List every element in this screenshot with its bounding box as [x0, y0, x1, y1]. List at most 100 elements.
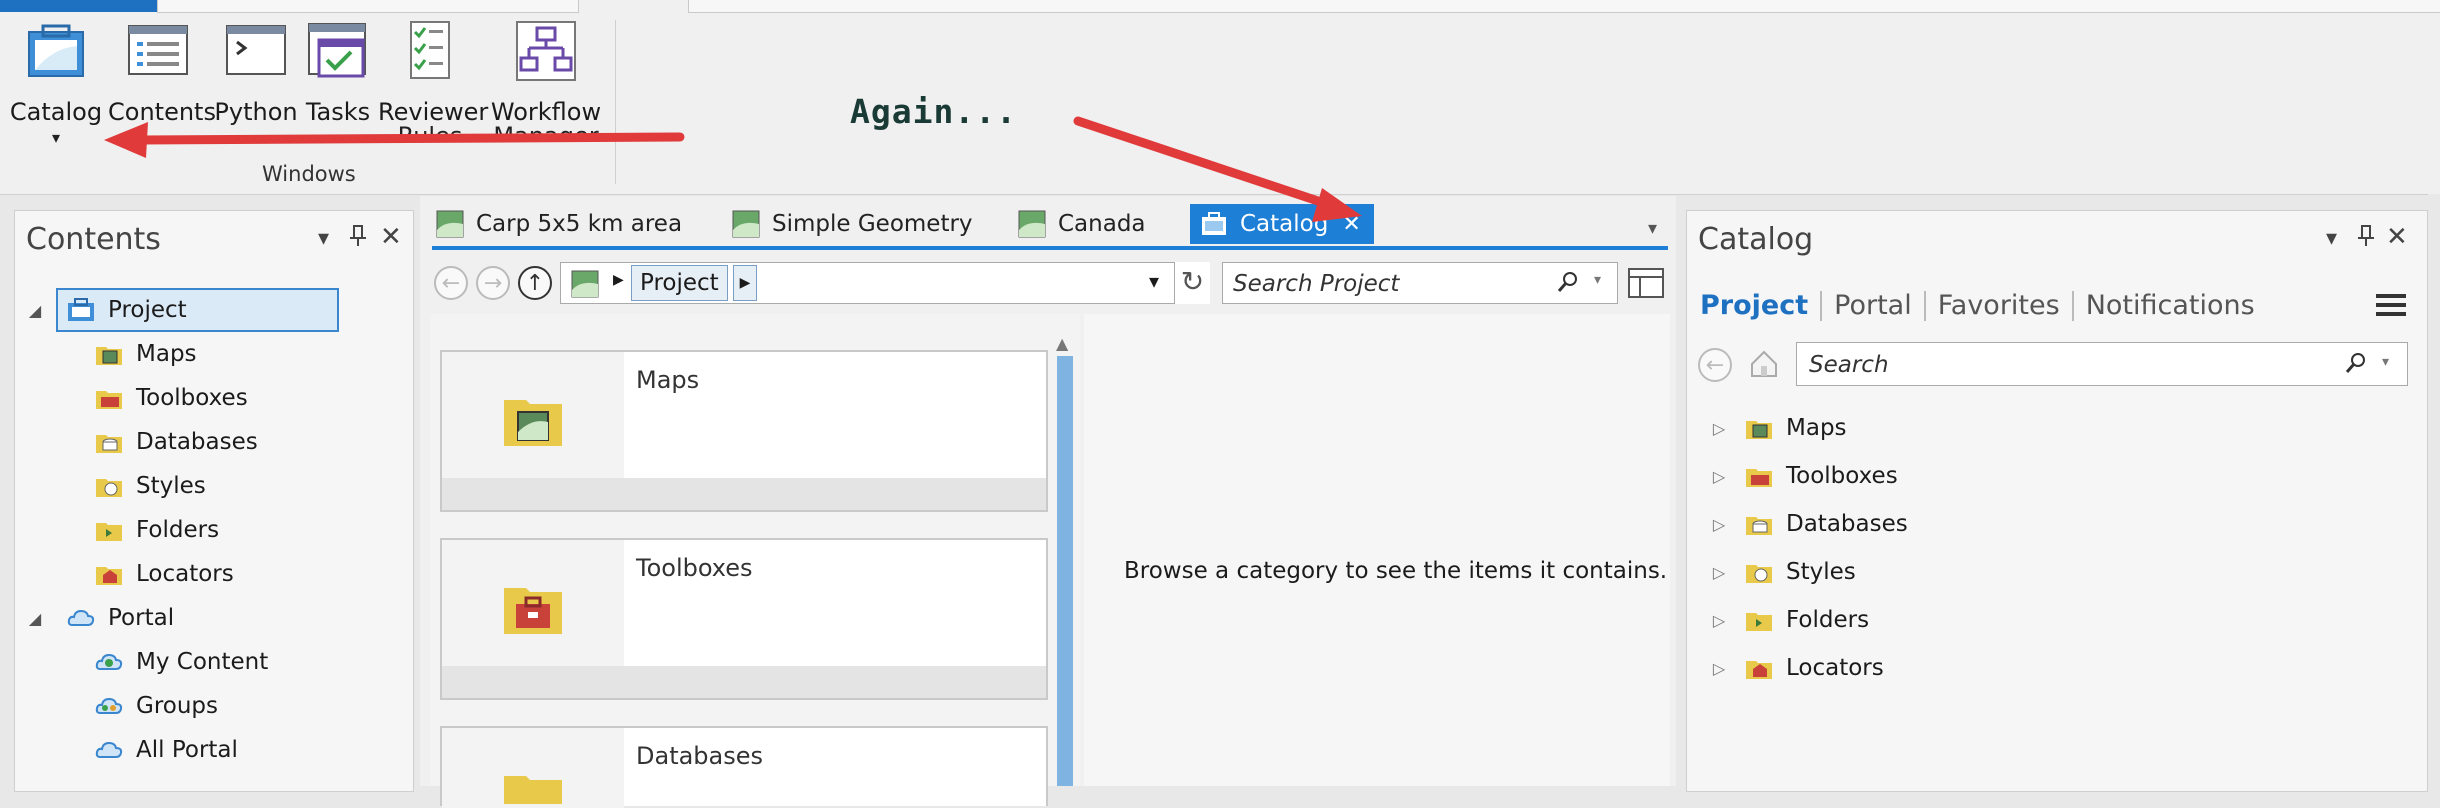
tree-item-folders[interactable]: Folders: [26, 508, 406, 552]
ribbon-tab[interactable]: [688, 0, 2440, 13]
category-card-maps[interactable]: Maps: [440, 350, 1048, 512]
reviewer-rules-icon: [410, 21, 450, 79]
tree-item-label: Maps: [136, 341, 197, 367]
pin-icon[interactable]: [348, 224, 368, 248]
tab-underline: [432, 246, 1668, 250]
search-icon[interactable]: [1556, 270, 1580, 294]
collapse-icon[interactable]: ◢: [26, 609, 44, 628]
tab-project[interactable]: Project: [1700, 290, 1808, 321]
pane-options-icon[interactable]: ▾: [2326, 226, 2337, 251]
tab-canada[interactable]: Canada: [1018, 204, 1168, 244]
reviewer-rules-ribbon-button[interactable]: Reviewer Rules: [378, 18, 488, 140]
tree-item-my-content[interactable]: My Content: [26, 640, 406, 684]
ribbon-tab-active[interactable]: [0, 0, 157, 12]
card-label: Toolboxes: [636, 554, 753, 582]
tab-simple-geometry[interactable]: Simple Geometry: [732, 204, 982, 244]
expand-icon[interactable]: ▷: [1710, 659, 1728, 678]
tree-item-label: Portal: [108, 605, 175, 631]
card-label: Databases: [636, 742, 764, 770]
workflow-manager-ribbon-button[interactable]: Workflow Manager: [486, 18, 606, 140]
collapse-icon[interactable]: ◢: [26, 301, 44, 320]
expand-icon[interactable]: ▷: [1710, 419, 1728, 438]
locators-folder-icon: [1746, 661, 1772, 679]
card-label: Maps: [636, 366, 700, 394]
scrollbar-thumb[interactable]: [1057, 356, 1073, 786]
catalog-item-styles[interactable]: ▷ Styles: [1710, 548, 2390, 596]
tab-notifications[interactable]: Notifications: [2086, 290, 2255, 321]
close-icon[interactable]: ✕: [2386, 222, 2408, 252]
styles-folder-icon: [96, 479, 122, 497]
tab-favorites[interactable]: Favorites: [1938, 290, 2060, 321]
expand-icon[interactable]: ▷: [1710, 611, 1728, 630]
python-ribbon-button[interactable]: Python: [214, 18, 298, 126]
tree-item-groups[interactable]: Groups: [26, 684, 406, 728]
tree-item-label: Databases: [136, 429, 258, 455]
tab-catalog[interactable]: Catalog ✕: [1190, 204, 1374, 244]
scroll-up-icon[interactable]: ▲: [1056, 334, 1068, 353]
search-placeholder: Search Project: [1233, 271, 1400, 297]
tab-carp-5x5[interactable]: Carp 5x5 km area: [436, 204, 700, 244]
chevron-down-icon[interactable]: ▾: [8, 126, 104, 150]
category-card-databases[interactable]: Databases: [440, 726, 1048, 808]
home-icon[interactable]: [1748, 348, 1780, 380]
tree-item-project[interactable]: ◢ Project: [26, 288, 406, 332]
catalog-item-locators[interactable]: ▷ Locators: [1710, 644, 2390, 692]
pane-options-icon[interactable]: ▾: [318, 226, 329, 251]
forward-icon[interactable]: →: [476, 266, 510, 300]
tree-item-locators[interactable]: Locators: [26, 552, 406, 596]
databases-folder-icon: [1746, 517, 1772, 535]
catalog-item-databases[interactable]: ▷ Databases: [1710, 500, 2390, 548]
tree-item-toolboxes[interactable]: Toolboxes: [26, 376, 406, 420]
pin-icon[interactable]: [2356, 224, 2376, 248]
catalog-pane-title: Catalog: [1698, 222, 1814, 257]
menu-icon[interactable]: [2376, 292, 2406, 318]
tree-item-maps[interactable]: Maps: [26, 332, 406, 376]
databases-folder-icon: [504, 776, 562, 804]
tasks-ribbon-button[interactable]: Tasks: [300, 18, 376, 126]
address-dropdown-icon[interactable]: ▾: [1149, 269, 1159, 293]
tab-list-dropdown-icon[interactable]: ▾: [1648, 218, 1657, 239]
catalog-icon: [1202, 212, 1226, 235]
details-panel-icon[interactable]: [1628, 268, 1664, 298]
ribbon-button-label: Workflow: [490, 98, 602, 126]
tree-item-styles[interactable]: Styles: [26, 464, 406, 508]
category-card-toolboxes[interactable]: Toolboxes: [440, 538, 1048, 700]
tree-item-label: Toolboxes: [136, 385, 248, 411]
back-icon[interactable]: ←: [434, 266, 468, 300]
catalog-search-input[interactable]: Search: [1796, 342, 2408, 386]
refresh-icon[interactable]: ↻: [1174, 262, 1210, 304]
tree-item-label: Project: [108, 297, 187, 323]
expand-icon[interactable]: ▷: [1710, 467, 1728, 486]
catalog-item-folders[interactable]: ▷ Folders: [1710, 596, 2390, 644]
ribbon-tab[interactable]: [157, 0, 579, 13]
catalog-ribbon-button[interactable]: Catalog ▾: [8, 18, 104, 150]
tree-item-databases[interactable]: Databases: [26, 420, 406, 464]
tab-label: Catalog: [1240, 211, 1329, 237]
search-icon[interactable]: [2344, 351, 2368, 375]
breadcrumb-chevron-icon[interactable]: ▶: [733, 265, 757, 301]
close-icon[interactable]: ✕: [380, 222, 402, 252]
close-tab-icon[interactable]: ✕: [1342, 212, 1360, 237]
ribbon-button-label-line2: Rules: [397, 126, 463, 140]
address-bar[interactable]: ▶ Project ▶ ▾: [560, 262, 1210, 304]
toolboxes-folder-icon: [96, 391, 122, 409]
back-icon[interactable]: ←: [1698, 348, 1732, 382]
catalog-item-toolboxes[interactable]: ▷ Toolboxes: [1710, 452, 2390, 500]
annotation-text: Again...: [850, 92, 1017, 131]
up-icon[interactable]: ↑: [518, 266, 552, 300]
contents-ribbon-button[interactable]: Contents: [108, 18, 216, 126]
search-options-icon[interactable]: ▾: [1594, 272, 1601, 288]
tree-item-all-portal[interactable]: All Portal: [26, 728, 406, 772]
tree-item-portal[interactable]: ◢ Portal: [26, 596, 406, 640]
expand-icon[interactable]: ▷: [1710, 515, 1728, 534]
expand-icon[interactable]: ▷: [1710, 563, 1728, 582]
search-options-icon[interactable]: ▾: [2382, 354, 2389, 370]
breadcrumb-project[interactable]: Project: [631, 265, 728, 301]
ribbon-button-label: Tasks: [305, 98, 371, 126]
tab-portal[interactable]: Portal: [1834, 290, 1912, 321]
ribbon-button-label: Python: [214, 98, 298, 126]
tab-label: Simple Geometry: [772, 211, 973, 237]
maps-folder-icon: [504, 400, 562, 446]
catalog-item-maps[interactable]: ▷ Maps: [1710, 404, 2390, 452]
locators-folder-icon: [96, 567, 122, 585]
